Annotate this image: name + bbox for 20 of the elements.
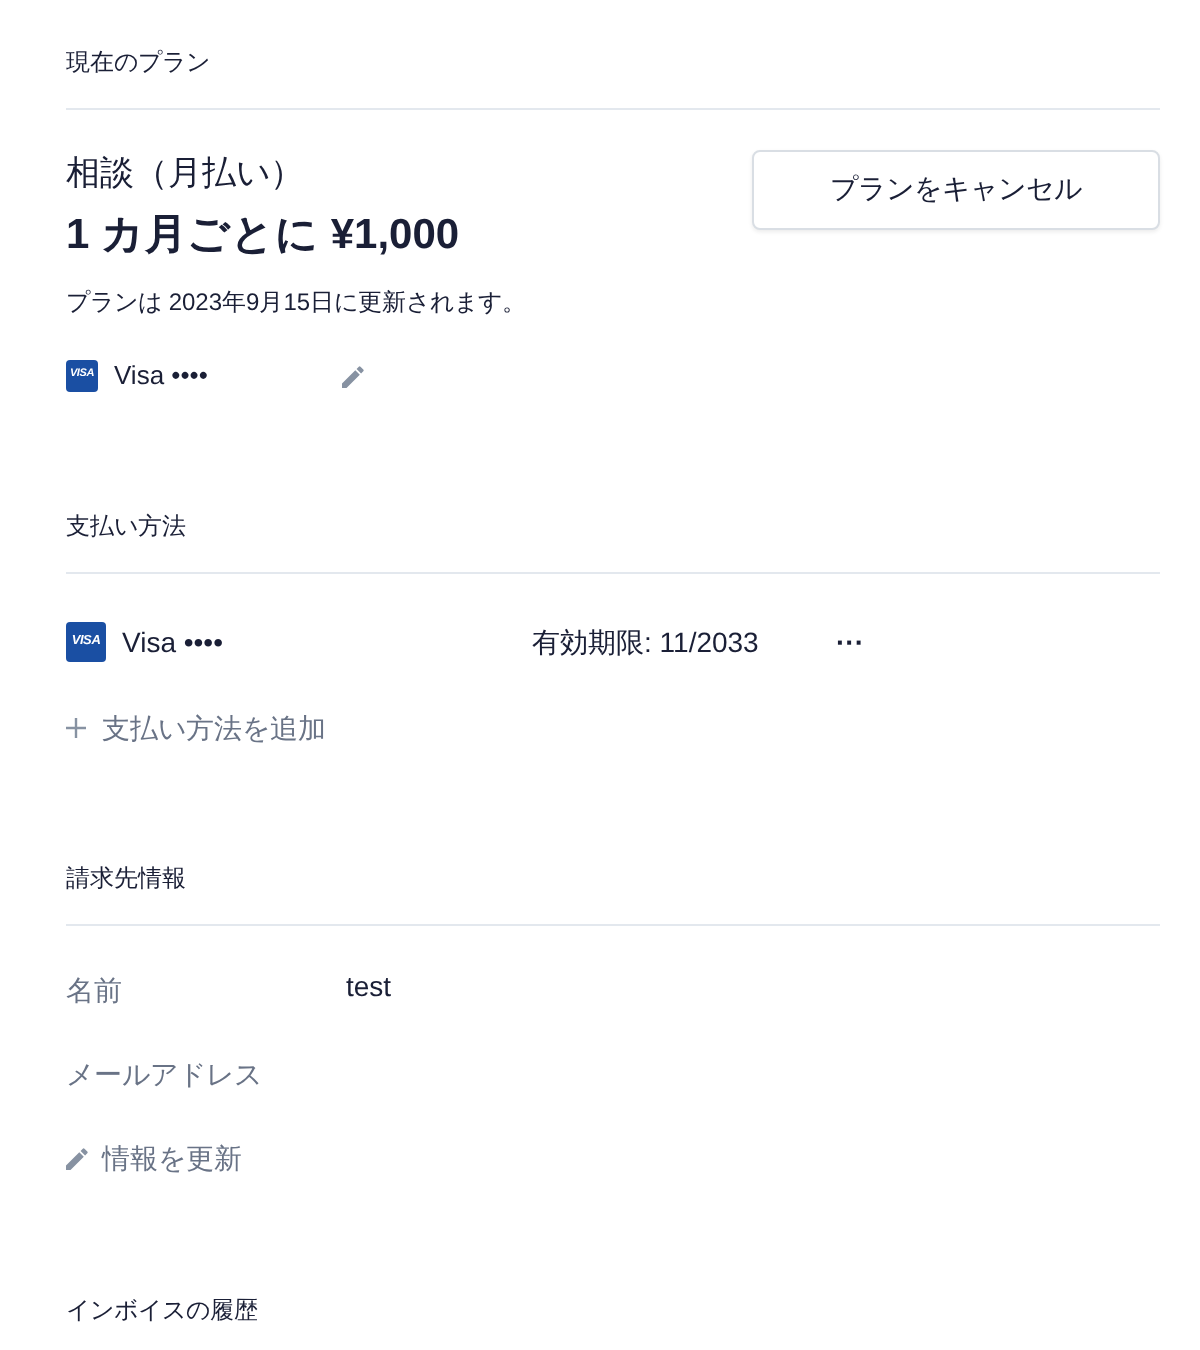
update-info-link[interactable]: 情報を更新 <box>66 1138 242 1178</box>
plus-icon <box>66 718 86 738</box>
plan-name: 相談（月払い） <box>66 152 304 196</box>
pencil-icon[interactable] <box>342 365 364 387</box>
plan-price: 1 カ月ごとに ¥1,000 <box>66 210 460 262</box>
field-label: メールアドレス <box>66 1056 264 1094</box>
cancel-plan-button[interactable]: プランをキャンセル <box>752 150 1160 230</box>
card-label: Visa •••• <box>114 358 210 394</box>
renewal-note: プランは 2023年9月15日に更新されます。 <box>66 286 527 320</box>
field-label: 名前 <box>66 972 124 1010</box>
section-heading: インボイスの履歴 <box>66 1293 258 1327</box>
section-heading: 支払い方法 <box>66 510 186 544</box>
more-button[interactable]: ··· <box>832 622 868 662</box>
add-payment-method-link[interactable]: 支払い方法を追加 <box>66 708 326 748</box>
expiry-date: 有効期限: 11/2033 <box>532 624 761 662</box>
pencil-icon <box>66 1147 88 1169</box>
section-heading: 現在のプラン <box>66 46 210 80</box>
section-heading: 請求先情報 <box>66 862 186 896</box>
card-label: Visa •••• <box>122 624 225 662</box>
field-value: test <box>346 968 392 1006</box>
